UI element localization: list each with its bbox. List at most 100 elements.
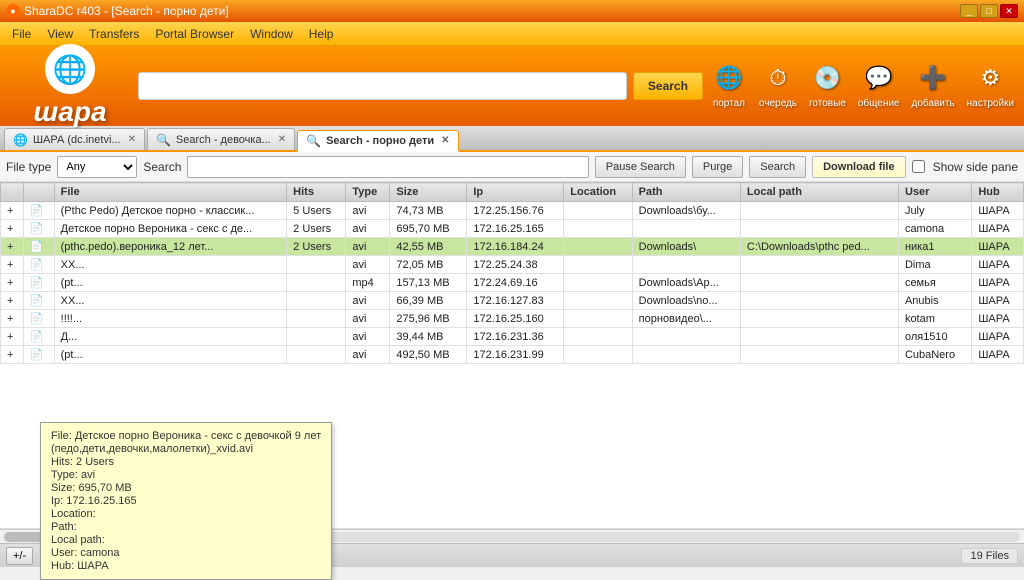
settings-icon: ⚙ [972,60,1008,96]
cell-ip: 172.16.184.24 [467,238,564,256]
cell-hub: ШАРА [972,202,1024,220]
cell-user: CubaNero [898,346,971,364]
toolbar-icons: 🌐 портал ⏱ очередь 💿 готовые 💬 общение ➕… [711,60,1014,113]
col-local-path[interactable]: Local path [740,183,898,202]
cell-type: avi [346,202,390,220]
cell-hub: ШАРА [972,310,1024,328]
table-row[interactable]: +📄(pt...avi492,50 MB172.16.231.99CubaNer… [1,346,1024,364]
cell-hits: 5 Users [287,202,346,220]
cell-ip: 172.16.231.36 [467,328,564,346]
table-row[interactable]: +📄(pt...mp4157,13 MB172.24.69.16Download… [1,274,1024,292]
tab-shara-close[interactable]: ✕ [128,134,136,145]
cell-hits [287,292,346,310]
chat-button[interactable]: 💬 общение [858,60,900,109]
app-logo: 🌐 шара [10,52,130,120]
close-button[interactable]: ✕ [1000,4,1018,18]
cell-path: Downloads\бу... [632,202,740,220]
show-side-pane-checkbox[interactable] [912,160,925,173]
portal-button[interactable]: 🌐 портал [711,60,747,109]
cell-path [632,256,740,274]
cell-ip: 172.24.69.16 [467,274,564,292]
table-row[interactable]: +📄Детское порно Вероника - секс с де...2… [1,220,1024,238]
cell-expand: + [1,256,24,274]
cell-hub: ШАРА [972,220,1024,238]
queue-icon: ⏱ [760,60,796,96]
menu-help[interactable]: Help [301,25,342,43]
settings-button[interactable]: ⚙ настройки [967,60,1014,109]
col-hub[interactable]: Hub [972,183,1024,202]
toolbar-search-input[interactable] [138,72,627,100]
table-row[interactable]: +📄!!!!...avi275,96 MB172.16.25.160порнов… [1,310,1024,328]
minimize-button[interactable]: _ [960,4,978,18]
cell-type: avi [346,256,390,274]
cell-expand: + [1,346,24,364]
tab-search2-close[interactable]: ✕ [441,135,449,146]
cell-file: (pthc.pedo).вероника_12 лет... [54,238,287,256]
ready-icon: 💿 [809,60,845,96]
cell-location [564,274,632,292]
cell-path: Downloads\ [632,238,740,256]
cell-expand: + [1,202,24,220]
purge-button[interactable]: Purge [692,156,743,178]
col-hits[interactable]: Hits [287,183,346,202]
tooltip-hub: Hub: ШАРА [51,560,321,572]
table-row[interactable]: +📄ХХ...avi66,39 MB172.16.127.83Downloads… [1,292,1024,310]
table-row[interactable]: +📄ХХ...avi72,05 MB172.25.24.38DimaШАРА [1,256,1024,274]
tab-shara-label: ШАРА (dc.inetvi... [33,134,121,146]
table-row[interactable]: +📄(Pthc Pedo) Детское порно - классик...… [1,202,1024,220]
table-row[interactable]: +📄Д...avi39,44 MB172.16.231.36оля1510ШАР… [1,328,1024,346]
cell-location [564,328,632,346]
menu-view[interactable]: View [39,25,81,43]
col-location[interactable]: Location [564,183,632,202]
search-button[interactable]: Search [749,156,806,178]
status-toggle-button[interactable]: +/- [6,547,33,565]
ready-button[interactable]: 💿 готовые [809,60,846,109]
cell-local-path: C:\Downloads\pthc ped... [740,238,898,256]
settings-label: настройки [967,98,1014,109]
tab-search1[interactable]: 🔍 Search - девочка... ✕ [147,128,295,150]
col-ip[interactable]: Ip [467,183,564,202]
menu-portal-browser[interactable]: Portal Browser [147,25,242,43]
tab-shara[interactable]: 🌐 ШАРА (dc.inetvi... ✕ [4,128,145,150]
col-path[interactable]: Path [632,183,740,202]
cell-hits [287,310,346,328]
results-table: File Hits Type Size Ip Location Path Loc… [0,182,1024,364]
add-button[interactable]: ➕ добавить [912,60,955,109]
status-count: 19 Files [961,548,1018,564]
download-file-button[interactable]: Download file [812,156,906,178]
menu-file[interactable]: File [4,25,39,43]
toolbar-search-area: Search [138,72,703,100]
cell-hits [287,274,346,292]
tab-search2[interactable]: 🔍 Search - порно дети ✕ [297,130,458,152]
menu-window[interactable]: Window [242,25,301,43]
tooltip-hits: Hits: 2 Users [51,456,321,468]
menu-transfers[interactable]: Transfers [81,25,147,43]
file-tooltip: File: Детское порно Вероника - секс с де… [40,422,332,580]
search-label: Search [143,160,181,174]
queue-label: очередь [759,98,797,109]
cell-ip: 172.25.24.38 [467,256,564,274]
col-type[interactable]: Type [346,183,390,202]
toolbar-search-button[interactable]: Search [633,72,703,100]
cell-icon: 📄 [23,238,54,256]
chat-label: общение [858,98,900,109]
menu-bar: File View Transfers Portal Browser Windo… [0,22,1024,46]
search-input[interactable] [187,156,588,178]
tab-search1-close[interactable]: ✕ [278,134,286,145]
file-type-select[interactable]: Any [57,156,137,178]
cell-local-path [740,220,898,238]
cell-size: 66,39 MB [390,292,467,310]
tooltip-type: Type: avi [51,469,321,481]
maximize-button[interactable]: □ [980,4,998,18]
col-file[interactable]: File [54,183,287,202]
pause-search-button[interactable]: Pause Search [595,156,686,178]
table-row[interactable]: +📄(pthc.pedo).вероника_12 лет...2 Usersa… [1,238,1024,256]
cell-path: порновидео\... [632,310,740,328]
col-user[interactable]: User [898,183,971,202]
tab-shara-icon: 🌐 [13,133,28,147]
queue-button[interactable]: ⏱ очередь [759,60,797,109]
col-size[interactable]: Size [390,183,467,202]
portal-icon: 🌐 [711,60,747,96]
cell-path [632,346,740,364]
cell-local-path [740,256,898,274]
